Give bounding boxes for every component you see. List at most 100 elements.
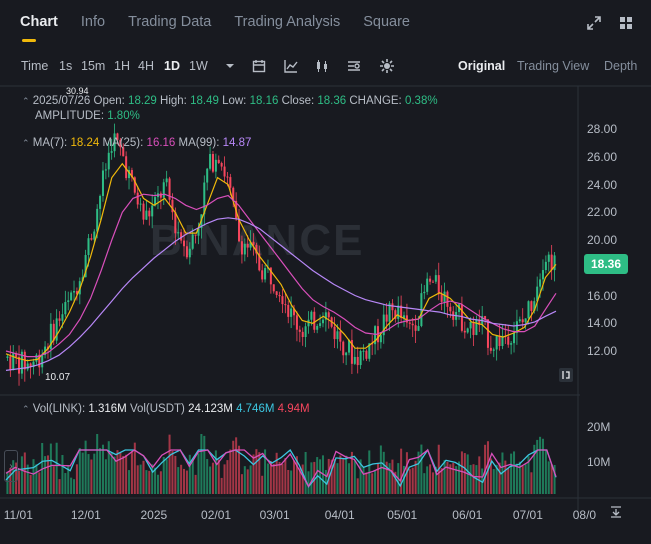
candle-body — [278, 294, 281, 297]
candle-body — [423, 291, 426, 294]
y-tick-label: 20.00 — [587, 233, 618, 247]
candle-body — [472, 321, 475, 335]
candle-body — [449, 306, 452, 312]
volume-bar — [371, 473, 374, 494]
vol-usdt-label: Vol(USDT) — [129, 403, 185, 415]
volume-bar — [154, 467, 157, 494]
candle-body — [492, 349, 495, 351]
volume-bar — [200, 434, 203, 494]
candle-body — [295, 315, 298, 330]
candle-body — [475, 319, 478, 335]
high-marker: 30.94 — [66, 86, 89, 96]
candle-body — [362, 350, 365, 352]
candle-body — [379, 335, 382, 343]
scroll-left-button[interactable]: › — [4, 450, 18, 482]
candle-body — [460, 304, 463, 331]
y-tick-label: 24.00 — [587, 177, 618, 192]
axis-settings-icon[interactable] — [609, 505, 623, 519]
amplitude-line: AMPLITUDE: 1.80% — [35, 110, 140, 122]
candle-body — [67, 300, 70, 303]
volume-bar — [125, 454, 128, 494]
candle-body — [356, 356, 359, 366]
high-label: High: — [160, 95, 187, 107]
x-tick-label: 05/01 — [387, 508, 418, 522]
vol-collapse-icon[interactable]: ⌃ — [22, 404, 30, 414]
candle-body — [518, 319, 521, 322]
volume-bar — [116, 450, 119, 494]
x-tick-label: 12/01 — [70, 508, 101, 522]
candle-body — [310, 311, 313, 320]
volume-bar — [388, 463, 391, 494]
candle-body — [466, 328, 469, 333]
volume-bar — [52, 466, 55, 494]
volume-bar — [287, 469, 290, 494]
candle-body — [339, 331, 342, 342]
volume-bar — [472, 464, 475, 494]
candle-body — [521, 319, 524, 323]
volume-bar — [174, 455, 177, 494]
volume-bar — [249, 465, 252, 494]
volume-bar — [177, 467, 180, 494]
candle-body — [162, 182, 165, 198]
volume-bar — [539, 436, 542, 494]
change-label: CHANGE: — [349, 95, 402, 107]
volume-bar — [507, 468, 510, 494]
volume-bar — [29, 474, 32, 494]
candle-body — [240, 241, 243, 255]
volume-bar — [99, 448, 102, 494]
volume-bar — [136, 465, 139, 494]
candle-body — [550, 254, 553, 271]
candle-body — [194, 234, 197, 236]
volume-bar — [84, 440, 87, 494]
candle-body — [104, 169, 107, 171]
volume-bar — [75, 464, 78, 494]
candle-body — [408, 322, 411, 324]
volume-bar — [156, 474, 159, 494]
candle-body — [411, 323, 414, 326]
candle-body — [539, 279, 542, 287]
candle-body — [272, 284, 275, 292]
volume-bar — [220, 477, 223, 494]
volume-bar — [211, 462, 214, 494]
candle-body — [223, 166, 226, 177]
y-tick-label: 22.00 — [587, 205, 618, 220]
vol-link-label: Vol(LINK): — [32, 403, 86, 415]
volume-bar — [78, 448, 81, 494]
candle-body — [313, 311, 316, 330]
candle-body — [220, 163, 223, 167]
candle-body — [307, 319, 310, 327]
candle-body — [145, 210, 148, 220]
volume-bar — [547, 461, 550, 494]
volume-bar — [139, 464, 142, 494]
volume-bar — [229, 449, 232, 494]
collapse-chevron-icon[interactable]: ⌃ — [22, 96, 30, 106]
scroll-to-latest-icon[interactable] — [558, 367, 574, 383]
volume-bar — [414, 460, 417, 494]
candle-body — [275, 291, 278, 295]
candle-body — [530, 301, 533, 311]
price-chart[interactable]: BINANCE — [0, 0, 651, 544]
volume-bar — [235, 437, 238, 494]
volume-bar — [266, 463, 269, 494]
volume-bar — [521, 466, 524, 494]
volume-bar — [23, 452, 26, 494]
volume-bar — [348, 463, 351, 494]
volume-bar — [185, 470, 188, 494]
volume-bar — [536, 439, 539, 494]
candle-body — [191, 234, 194, 249]
candle-body — [319, 323, 322, 326]
candle-body — [513, 332, 516, 344]
x-tick-label: 04/01 — [324, 508, 355, 522]
volume-bar — [391, 459, 394, 494]
volume-bar — [226, 460, 229, 494]
amplitude-value: 1.80% — [107, 110, 140, 122]
volume-bar — [272, 463, 275, 494]
ma-collapse-icon[interactable]: ⌃ — [22, 138, 30, 148]
volume-bar — [122, 455, 125, 494]
candle-body — [211, 154, 214, 172]
volume-bar — [90, 459, 93, 494]
x-tick-label: 06/01 — [452, 508, 483, 522]
vol-axis-label: 20M — [587, 420, 611, 434]
volume-bar — [261, 475, 264, 494]
volume-bar — [61, 455, 64, 494]
